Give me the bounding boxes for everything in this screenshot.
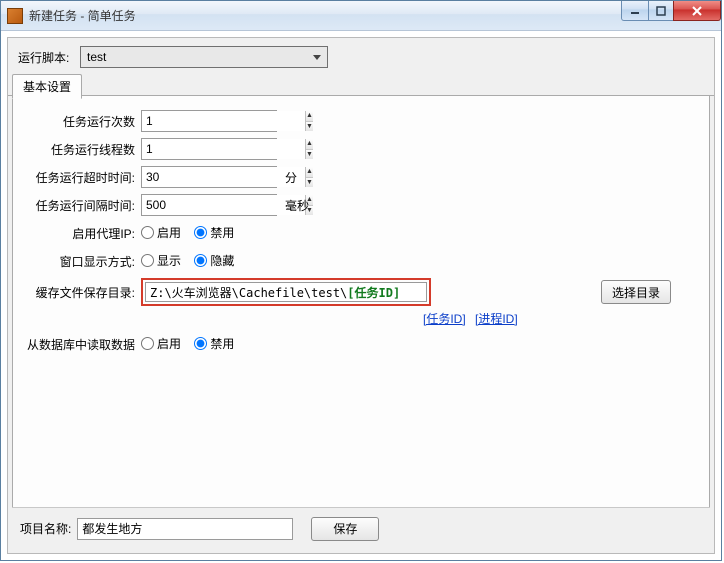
- window-mode-label: 窗口显示方式:: [23, 253, 141, 270]
- titlebar: 新建任务 - 简单任务: [1, 1, 721, 31]
- tab-panel-basic: 任务运行次数 ▲ ▼ 任务运行线程数 ▲ ▼: [12, 96, 710, 528]
- proxy-enable-input[interactable]: [141, 226, 154, 239]
- thread-count-input[interactable]: [142, 139, 305, 159]
- row-window-mode: 窗口显示方式: 显示 隐藏: [23, 250, 699, 272]
- spin-down-icon[interactable]: ▼: [306, 122, 313, 132]
- row-run-count: 任务运行次数 ▲ ▼: [23, 110, 699, 132]
- read-db-disable-input[interactable]: [194, 337, 207, 350]
- maximize-icon: [656, 6, 666, 16]
- read-db-enable-input[interactable]: [141, 337, 154, 350]
- save-button[interactable]: 保存: [311, 517, 379, 541]
- cache-dir-prefix: Z:\火车浏览器\Cachefile\test\: [150, 284, 347, 301]
- spin-up-icon[interactable]: ▲: [306, 111, 313, 122]
- spin-down-icon[interactable]: ▼: [306, 150, 313, 160]
- task-id-link[interactable]: [任务ID]: [423, 312, 466, 326]
- interval-label: 任务运行间隔时间:: [23, 197, 141, 214]
- window-title: 新建任务 - 简单任务: [29, 7, 136, 24]
- client-area: 运行脚本: test 基本设置 任务运行次数 ▲ ▼: [7, 37, 715, 554]
- tab-basic-settings-label: 基本设置: [23, 80, 71, 94]
- spin-down-icon[interactable]: ▼: [306, 178, 313, 188]
- read-db-radios: 启用 禁用: [141, 335, 244, 353]
- minimize-button[interactable]: [621, 1, 649, 21]
- spin-up-icon[interactable]: ▲: [306, 167, 313, 178]
- minimize-icon: [630, 6, 640, 16]
- select-dir-button[interactable]: 选择目录: [601, 280, 671, 304]
- window-mode-radios: 显示 隐藏: [141, 252, 244, 270]
- timeout-spinner[interactable]: ▲ ▼: [305, 167, 313, 187]
- radio-show-label: 显示: [157, 252, 181, 269]
- row-read-db: 从数据库中读取数据 启用 禁用: [23, 333, 699, 355]
- window-hide-input[interactable]: [194, 254, 207, 267]
- token-links: [任务ID] [进程ID]: [423, 306, 699, 327]
- radio-enable-label: 启用: [157, 224, 181, 241]
- cache-dir-taskid-token: [任务ID]: [347, 284, 400, 301]
- timeout-unit: 分: [285, 169, 297, 186]
- timeout-field[interactable]: ▲ ▼: [141, 166, 277, 188]
- run-script-selected: test: [87, 50, 106, 64]
- spin-up-icon[interactable]: ▲: [306, 139, 313, 150]
- close-button[interactable]: [673, 1, 721, 21]
- timeout-input[interactable]: [142, 167, 305, 187]
- select-dir-label: 选择目录: [612, 286, 660, 300]
- window-show-input[interactable]: [141, 254, 154, 267]
- interval-input[interactable]: [142, 195, 305, 215]
- row-cache-dir: 缓存文件保存目录: Z:\火车浏览器\Cachefile\test\[任务ID]…: [23, 278, 699, 306]
- window-show-radio[interactable]: 显示: [141, 252, 181, 269]
- app-icon: [7, 8, 23, 24]
- run-count-label: 任务运行次数: [23, 113, 141, 130]
- proxy-disable-input[interactable]: [194, 226, 207, 239]
- run-count-spinner[interactable]: ▲ ▼: [305, 111, 313, 131]
- row-timeout: 任务运行超时时间: ▲ ▼ 分: [23, 166, 699, 188]
- row-proxy: 启用代理IP: 启用 禁用: [23, 222, 699, 244]
- project-name-label: 项目名称:: [20, 520, 71, 537]
- process-id-link[interactable]: [进程ID]: [475, 312, 518, 326]
- proxy-label: 启用代理IP:: [23, 225, 141, 242]
- close-icon: [691, 5, 703, 17]
- run-script-label: 运行脚本:: [18, 49, 80, 66]
- radio-hide-label: 隐藏: [210, 252, 234, 269]
- radio-disable-label2: 禁用: [210, 335, 234, 352]
- proxy-enable-radio[interactable]: 启用: [141, 224, 181, 241]
- tab-basic-settings[interactable]: 基本设置: [12, 74, 82, 99]
- window-controls: [622, 1, 721, 21]
- script-row: 运行脚本: test: [8, 38, 714, 72]
- thread-count-spinner[interactable]: ▲ ▼: [305, 139, 313, 159]
- cache-dir-label: 缓存文件保存目录:: [23, 284, 141, 301]
- thread-count-field[interactable]: ▲ ▼: [141, 138, 277, 160]
- thread-count-label: 任务运行线程数: [23, 141, 141, 158]
- window: 新建任务 - 简单任务 运行脚本: test 基本设置: [0, 0, 722, 561]
- interval-unit: 毫秒: [285, 197, 309, 214]
- timeout-label: 任务运行超时时间:: [23, 169, 141, 186]
- maximize-button[interactable]: [648, 1, 674, 21]
- proxy-disable-radio[interactable]: 禁用: [194, 224, 234, 241]
- row-thread-count: 任务运行线程数 ▲ ▼: [23, 138, 699, 160]
- run-count-input[interactable]: [142, 111, 305, 131]
- read-db-disable-radio[interactable]: 禁用: [194, 335, 234, 352]
- read-db-enable-radio[interactable]: 启用: [141, 335, 181, 352]
- cache-dir-input[interactable]: Z:\火车浏览器\Cachefile\test\[任务ID]: [145, 282, 427, 302]
- proxy-radios: 启用 禁用: [141, 224, 244, 242]
- tab-strip: 基本设置: [8, 74, 714, 96]
- run-script-combo[interactable]: test: [80, 46, 328, 68]
- cache-dir-highlight: Z:\火车浏览器\Cachefile\test\[任务ID]: [141, 278, 431, 306]
- read-db-label: 从数据库中读取数据: [23, 336, 141, 353]
- save-button-label: 保存: [333, 522, 357, 536]
- window-hide-radio[interactable]: 隐藏: [194, 252, 234, 269]
- row-interval: 任务运行间隔时间: ▲ ▼ 毫秒: [23, 194, 699, 216]
- bottom-bar: 项目名称: 保存: [12, 507, 710, 549]
- run-count-field[interactable]: ▲ ▼: [141, 110, 277, 132]
- radio-enable-label2: 启用: [157, 335, 181, 352]
- interval-field[interactable]: ▲ ▼: [141, 194, 277, 216]
- radio-disable-label: 禁用: [210, 224, 234, 241]
- project-name-input[interactable]: [77, 518, 293, 540]
